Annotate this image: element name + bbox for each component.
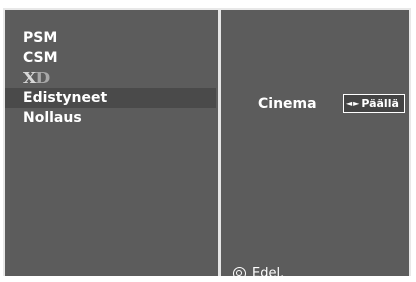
xd-logo-x: X bbox=[23, 69, 36, 87]
main-menu: PSM CSM XD Edistyneet Nollaus bbox=[5, 28, 216, 128]
cinema-option-label: Cinema bbox=[258, 96, 317, 112]
menu-item-edistyneet[interactable]: Edistyneet bbox=[5, 88, 216, 108]
right-arrow-icon[interactable]: ► bbox=[353, 95, 359, 112]
back-hint[interactable]: Edel. bbox=[233, 264, 284, 282]
menu-item-xd[interactable]: XD bbox=[5, 68, 216, 88]
menu-item-nollaus[interactable]: Nollaus bbox=[5, 108, 216, 128]
menu-item-label: CSM bbox=[23, 50, 58, 66]
menu-item-csm[interactable]: CSM bbox=[5, 48, 216, 68]
menu-item-label: Nollaus bbox=[23, 110, 82, 126]
back-label: Edel. bbox=[252, 265, 285, 281]
menu-item-label: Edistyneet bbox=[23, 90, 108, 106]
cinema-option-value: Päällä bbox=[361, 97, 399, 110]
menu-item-label: PSM bbox=[23, 30, 58, 46]
circle-back-icon bbox=[233, 266, 246, 280]
osd-menu-panel: PSM CSM XD Edistyneet Nollaus Cinema ◄ ►… bbox=[3, 8, 411, 281]
xd-logo: XD bbox=[23, 68, 50, 88]
cinema-option-selector[interactable]: ◄ ► Päällä bbox=[343, 94, 405, 113]
menu-item-psm[interactable]: PSM bbox=[5, 28, 216, 48]
panel-divider bbox=[218, 10, 221, 276]
osd-screen: PSM CSM XD Edistyneet Nollaus Cinema ◄ ►… bbox=[0, 0, 416, 281]
left-arrow-icon[interactable]: ◄ bbox=[346, 95, 352, 112]
xd-logo-d: D bbox=[35, 69, 50, 87]
